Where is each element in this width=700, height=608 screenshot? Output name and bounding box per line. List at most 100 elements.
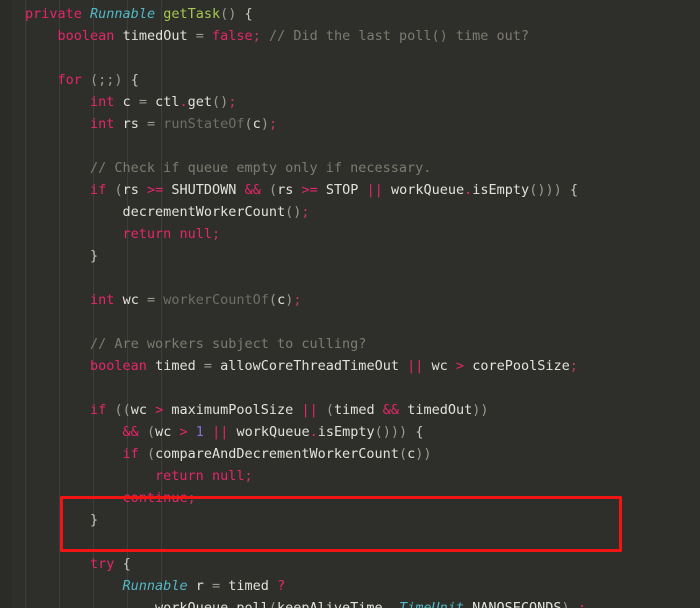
code-token: ( bbox=[114, 182, 123, 198]
code-line[interactable]: } bbox=[0, 509, 700, 531]
code-token: ())) bbox=[374, 424, 408, 440]
code-block[interactable]: private Runnable getTask() { boolean tim… bbox=[0, 0, 700, 608]
code-line[interactable]: private Runnable getTask() { bbox=[0, 3, 700, 25]
code-token: = bbox=[195, 28, 204, 44]
code-line[interactable]: && (wc > 1 || workQueue.isEmpty())) { bbox=[0, 421, 700, 443]
code-token: (( bbox=[114, 402, 131, 418]
code-line[interactable]: boolean timed = allowCoreThreadTimeOut |… bbox=[0, 355, 700, 377]
code-token: ( bbox=[146, 424, 156, 440]
code-line[interactable] bbox=[0, 311, 700, 333]
code-token: { bbox=[415, 424, 424, 440]
code-token: allowCoreThreadTimeOut bbox=[220, 358, 399, 374]
code-line[interactable]: } bbox=[0, 245, 700, 267]
code-token: || bbox=[212, 424, 229, 440]
code-token: wc bbox=[431, 358, 448, 374]
code-line[interactable]: decrementWorkerCount(); bbox=[0, 201, 700, 223]
code-line[interactable]: return null; bbox=[0, 465, 700, 487]
code-token: null bbox=[211, 468, 245, 484]
code-token: timedOut bbox=[122, 28, 188, 44]
code-line[interactable]: if (rs >= SHUTDOWN && (rs >= STOP || wor… bbox=[0, 179, 700, 201]
code-token: || bbox=[407, 358, 424, 374]
code-line[interactable]: for (;;) { bbox=[0, 69, 700, 91]
code-line[interactable]: if ((wc > maximumPoolSize || (timed && t… bbox=[0, 399, 700, 421]
code-token: : bbox=[577, 600, 586, 608]
code-line[interactable]: try { bbox=[0, 553, 700, 575]
code-line[interactable] bbox=[0, 47, 700, 69]
code-token: continue bbox=[122, 490, 188, 506]
code-token: TimeUnit bbox=[398, 600, 464, 608]
code-line[interactable]: continue; bbox=[0, 487, 700, 509]
code-token: = bbox=[203, 358, 212, 374]
code-line[interactable]: return null; bbox=[0, 223, 700, 245]
code-token: >= bbox=[146, 182, 164, 198]
code-token: ctl bbox=[155, 94, 180, 110]
code-token: { bbox=[244, 6, 253, 22]
code-token: int bbox=[90, 116, 115, 132]
code-token: )) bbox=[472, 402, 489, 418]
code-token: ) bbox=[561, 600, 570, 608]
code-token: rs bbox=[122, 182, 139, 198]
code-token: } bbox=[90, 248, 99, 264]
code-token: Runnable bbox=[122, 578, 188, 594]
code-line[interactable]: // Are workers subject to culling? bbox=[0, 333, 700, 355]
code-token: || bbox=[366, 182, 383, 198]
code-token: if bbox=[90, 182, 107, 198]
code-token: workerCountOf bbox=[163, 292, 269, 308]
code-token: = bbox=[146, 116, 156, 132]
code-line[interactable]: // Check if queue empty only if necessar… bbox=[0, 157, 700, 179]
code-line[interactable]: if (compareAndDecrementWorkerCount(c)) bbox=[0, 443, 700, 465]
code-token: { bbox=[122, 556, 131, 572]
code-line[interactable] bbox=[0, 135, 700, 157]
code-line[interactable]: workQueue.poll(keepAliveTime, TimeUnit.N… bbox=[0, 597, 700, 608]
code-token: workQueue bbox=[390, 182, 465, 198]
code-token: ())) bbox=[529, 182, 562, 198]
code-token: ( bbox=[268, 292, 278, 308]
code-line[interactable]: boolean timedOut = false; // Did the las… bbox=[0, 25, 700, 47]
code-line[interactable]: int rs = runStateOf(c); bbox=[0, 113, 700, 135]
code-token: c bbox=[252, 116, 261, 132]
code-token: ; bbox=[228, 94, 237, 110]
code-token: runStateOf bbox=[163, 116, 245, 132]
code-line[interactable] bbox=[0, 377, 700, 399]
code-token: corePoolSize bbox=[472, 358, 570, 374]
code-line[interactable]: int wc = workerCountOf(c); bbox=[0, 289, 700, 311]
code-token: if bbox=[90, 402, 107, 418]
code-token: boolean bbox=[57, 28, 115, 44]
code-editor-viewport[interactable]: private Runnable getTask() { boolean tim… bbox=[0, 0, 700, 608]
code-token: ( bbox=[268, 182, 278, 198]
code-token: boolean bbox=[90, 358, 147, 374]
code-token: { bbox=[569, 182, 578, 198]
code-token: getTask bbox=[163, 6, 221, 22]
code-token: . bbox=[463, 600, 473, 608]
code-token: ( bbox=[146, 446, 156, 462]
code-token: int bbox=[90, 292, 115, 308]
code-line[interactable] bbox=[0, 531, 700, 553]
code-token: workQueue bbox=[155, 600, 229, 608]
code-token: keepAliveTime bbox=[277, 600, 383, 608]
code-token: ( bbox=[325, 402, 334, 418]
code-line[interactable]: int c = ctl.get(); bbox=[0, 91, 700, 113]
code-line[interactable] bbox=[0, 267, 700, 289]
code-line[interactable]: Runnable r = timed ? bbox=[0, 575, 700, 597]
